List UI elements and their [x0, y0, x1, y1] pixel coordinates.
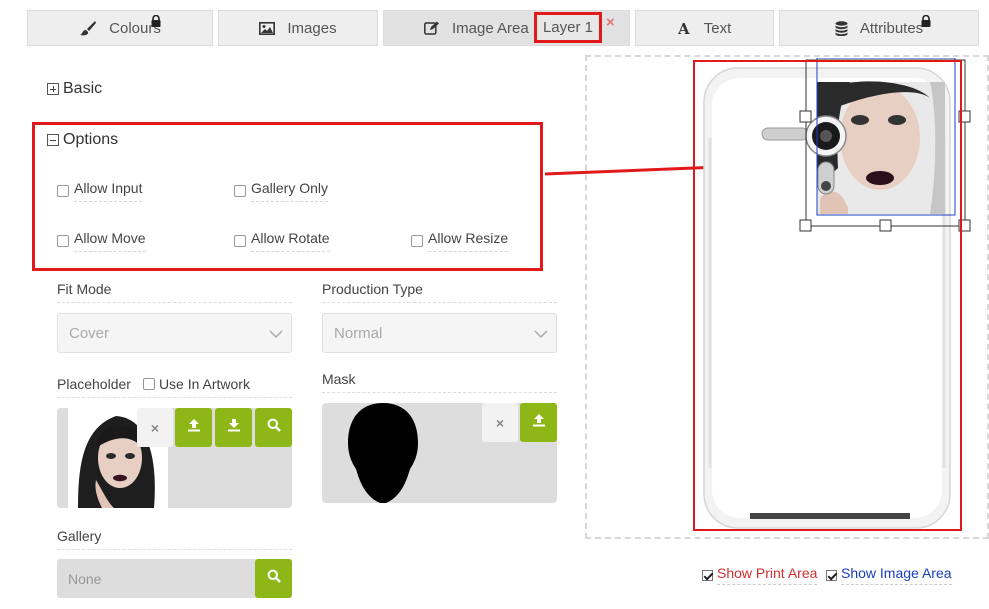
checkbox-box[interactable] — [411, 235, 423, 247]
allow-move-checkbox[interactable]: Allow Move — [57, 230, 146, 252]
fit-mode-select[interactable]: Cover — [57, 313, 292, 353]
placeholder-label-row: Placeholder Use In Artwork — [57, 376, 292, 398]
tab-colours[interactable]: Colours — [27, 10, 213, 46]
gallery-only-label: Gallery Only — [251, 180, 329, 202]
picture-icon — [259, 21, 276, 35]
production-type-select[interactable]: Normal — [322, 313, 557, 353]
chevron-down-icon — [269, 326, 283, 343]
show-print-area-checkbox[interactable]: Show Print Area — [702, 565, 818, 585]
checkbox-box[interactable] — [142, 378, 155, 390]
lock-icon — [151, 14, 161, 31]
tab-label: Image Area — [452, 19, 529, 37]
chevron-down-icon — [534, 326, 548, 343]
use-in-artwork-checkbox[interactable]: Use In Artwork — [142, 376, 250, 392]
fit-mode-label: Fit Mode — [57, 281, 292, 303]
production-type-value: Normal — [334, 324, 383, 342]
search-placeholder-button[interactable] — [255, 408, 292, 447]
gallery-label: Gallery — [57, 528, 292, 550]
use-in-artwork-label: Use In Artwork — [158, 376, 250, 392]
gallery-value: None — [68, 570, 102, 587]
search-icon — [267, 418, 281, 437]
collapse-icon — [47, 134, 59, 146]
gallery-only-checkbox[interactable]: Gallery Only — [234, 180, 329, 202]
remove-mask-button[interactable]: × — [482, 403, 518, 442]
allow-move-label: Allow Move — [74, 230, 146, 252]
tab-label: Text — [703, 19, 732, 37]
upload-mask-button[interactable] — [520, 403, 557, 442]
checkbox-checked[interactable] — [826, 569, 837, 581]
show-print-area-label: Show Print Area — [717, 565, 818, 585]
tab-text[interactable]: A Text — [635, 10, 774, 46]
upload-icon — [187, 418, 201, 437]
expand-icon — [47, 83, 59, 95]
lock-icon — [921, 14, 931, 31]
tab-images[interactable]: Images — [218, 10, 378, 46]
paint-brush-icon — [79, 20, 97, 36]
tab-attributes[interactable]: Attributes — [779, 10, 979, 46]
mask-label: Mask — [322, 371, 557, 393]
allow-resize-checkbox[interactable]: Allow Resize — [411, 230, 509, 252]
gallery-select[interactable]: None — [57, 559, 256, 598]
section-basic-title: Basic — [63, 80, 103, 97]
phone-case-preview — [693, 58, 971, 531]
fit-mode-value: Cover — [69, 324, 110, 342]
checkbox-box[interactable] — [234, 235, 246, 247]
checkbox-box[interactable] — [234, 185, 246, 197]
text-icon: A — [678, 21, 692, 35]
section-basic-toggle[interactable]: Basic — [47, 80, 102, 98]
search-icon — [267, 569, 281, 588]
section-options-title: Options — [63, 131, 119, 148]
checkbox-box[interactable] — [57, 185, 69, 197]
allow-resize-label: Allow Resize — [428, 230, 509, 252]
remove-placeholder-button[interactable]: × — [137, 408, 173, 447]
edit-icon — [424, 21, 440, 35]
show-image-area-checkbox[interactable]: Show Image Area — [826, 565, 952, 585]
search-gallery-button[interactable] — [255, 559, 292, 598]
database-icon — [835, 20, 848, 36]
allow-rotate-label: Allow Rotate — [251, 230, 330, 252]
allow-rotate-checkbox[interactable]: Allow Rotate — [234, 230, 330, 252]
tab-label: Images — [287, 19, 337, 37]
section-options-toggle[interactable]: Options — [47, 131, 118, 149]
upload-placeholder-button[interactable] — [175, 408, 212, 447]
layer-badge[interactable]: Layer 1 — [534, 12, 602, 43]
placeholder-label: Placeholder — [57, 376, 131, 392]
close-icon[interactable]: × — [606, 14, 615, 31]
upload-icon — [532, 413, 546, 432]
download-placeholder-button[interactable] — [215, 408, 252, 447]
tab-label: Attributes — [859, 19, 924, 37]
production-type-label: Production Type — [322, 281, 557, 303]
download-icon — [227, 418, 241, 437]
checkbox-checked[interactable] — [702, 569, 713, 581]
allow-input-label: Allow Input — [74, 180, 143, 202]
mask-head-silhouette — [348, 403, 418, 503]
allow-input-checkbox[interactable]: Allow Input — [57, 180, 143, 202]
show-image-area-label: Show Image Area — [841, 565, 952, 585]
svg-text:A: A — [678, 21, 690, 35]
checkbox-box[interactable] — [57, 235, 69, 247]
